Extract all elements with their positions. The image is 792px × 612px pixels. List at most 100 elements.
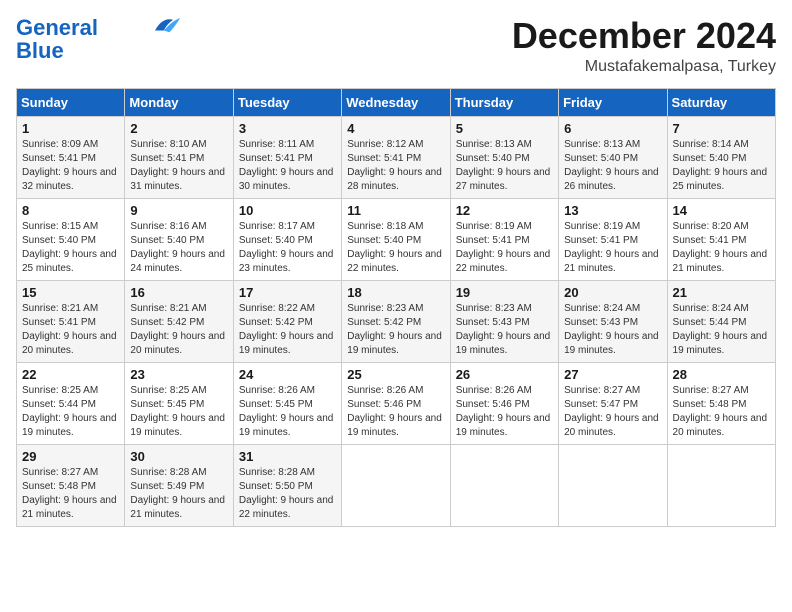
calendar-cell: 27 Sunrise: 8:27 AMSunset: 5:47 PMDayligh… — [559, 362, 667, 444]
location-title: Mustafakemalpasa, Turkey — [512, 58, 776, 76]
calendar-cell: 9Sunrise: 8:16 AMSunset: 5:40 PMDaylight… — [125, 198, 233, 280]
day-number: 1 — [22, 121, 119, 136]
calendar-table: SundayMondayTuesdayWednesdayThursdayFrid… — [16, 88, 776, 527]
day-number: 28 — [673, 367, 770, 382]
day-info: Sunrise: 8:27 AMSunset: 5:48 PMDaylight:… — [22, 466, 119, 522]
calendar-cell: 20 Sunrise: 8:24 AMSunset: 5:43 PMDayligh… — [559, 280, 667, 362]
calendar-cell: 19Sunrise: 8:23 AMSunset: 5:43 PMDayligh… — [450, 280, 558, 362]
calendar-cell — [667, 444, 775, 526]
day-number: 26 — [456, 367, 553, 382]
day-number: 11 — [347, 203, 444, 218]
day-info: Sunrise: 8:13 AMSunset: 5:40 PMDaylight:… — [456, 138, 553, 194]
calendar-cell: 2 Sunrise: 8:10 AMSunset: 5:41 PMDaylight… — [125, 116, 233, 198]
day-number: 2 — [130, 121, 227, 136]
calendar-cell: 12 Sunrise: 8:19 AMSunset: 5:41 PMDayligh… — [450, 198, 558, 280]
day-info: Sunrise: 8:19 AMSunset: 5:41 PMDaylight:… — [456, 220, 553, 276]
day-info: Sunrise: 8:15 AMSunset: 5:40 PMDaylight:… — [22, 220, 119, 276]
day-info: Sunrise: 8:24 AMSunset: 5:43 PMDaylight:… — [564, 302, 661, 358]
day-info: Sunrise: 8:12 AMSunset: 5:41 PMDaylight:… — [347, 138, 444, 194]
calendar-cell: 18 Sunrise: 8:23 AMSunset: 5:42 PMDayligh… — [342, 280, 450, 362]
day-number: 20 — [564, 285, 661, 300]
day-number: 21 — [673, 285, 770, 300]
calendar-cell: 6 Sunrise: 8:13 AMSunset: 5:40 PMDaylight… — [559, 116, 667, 198]
day-info: Sunrise: 8:21 AMSunset: 5:42 PMDaylight:… — [130, 302, 227, 358]
day-info: Sunrise: 8:20 AMSunset: 5:41 PMDaylight:… — [673, 220, 770, 276]
weekday-header-saturday: Saturday — [667, 88, 775, 116]
day-info: Sunrise: 8:28 AMSunset: 5:50 PMDaylight:… — [239, 466, 336, 522]
month-title: December 2024 — [512, 16, 776, 56]
day-info: Sunrise: 8:28 AMSunset: 5:49 PMDaylight:… — [130, 466, 227, 522]
calendar-cell: 5Sunrise: 8:13 AMSunset: 5:40 PMDaylight… — [450, 116, 558, 198]
day-info: Sunrise: 8:18 AMSunset: 5:40 PMDaylight:… — [347, 220, 444, 276]
day-number: 12 — [456, 203, 553, 218]
calendar-cell: 31Sunrise: 8:28 AMSunset: 5:50 PMDayligh… — [233, 444, 341, 526]
weekday-header-thursday: Thursday — [450, 88, 558, 116]
day-number: 27 — [564, 367, 661, 382]
day-info: Sunrise: 8:26 AMSunset: 5:45 PMDaylight:… — [239, 384, 336, 440]
day-number: 22 — [22, 367, 119, 382]
day-number: 16 — [130, 285, 227, 300]
calendar-cell: 13 Sunrise: 8:19 AMSunset: 5:41 PMDayligh… — [559, 198, 667, 280]
day-info: Sunrise: 8:11 AMSunset: 5:41 PMDaylight:… — [239, 138, 336, 194]
calendar-cell: 16 Sunrise: 8:21 AMSunset: 5:42 PMDayligh… — [125, 280, 233, 362]
calendar-cell: 8Sunrise: 8:15 AMSunset: 5:40 PMDaylight… — [17, 198, 125, 280]
day-number: 18 — [347, 285, 444, 300]
logo: General Blue — [16, 16, 182, 62]
calendar-cell: 25 Sunrise: 8:26 AMSunset: 5:46 PMDayligh… — [342, 362, 450, 444]
header: General Blue December 2024 Mustafakemalp… — [16, 16, 776, 76]
weekday-header-monday: Monday — [125, 88, 233, 116]
day-number: 14 — [673, 203, 770, 218]
day-number: 15 — [22, 285, 119, 300]
day-number: 23 — [130, 367, 227, 382]
day-number: 7 — [673, 121, 770, 136]
calendar-cell: 14 Sunrise: 8:20 AMSunset: 5:41 PMDayligh… — [667, 198, 775, 280]
calendar-cell: 10 Sunrise: 8:17 AMSunset: 5:40 PMDayligh… — [233, 198, 341, 280]
day-info: Sunrise: 8:23 AMSunset: 5:42 PMDaylight:… — [347, 302, 444, 358]
day-number: 24 — [239, 367, 336, 382]
day-info: Sunrise: 8:27 AMSunset: 5:47 PMDaylight:… — [564, 384, 661, 440]
logo-text: General — [16, 17, 98, 39]
day-info: Sunrise: 8:25 AMSunset: 5:44 PMDaylight:… — [22, 384, 119, 440]
weekday-header-sunday: Sunday — [17, 88, 125, 116]
weekday-header-friday: Friday — [559, 88, 667, 116]
day-number: 13 — [564, 203, 661, 218]
day-info: Sunrise: 8:26 AMSunset: 5:46 PMDaylight:… — [456, 384, 553, 440]
calendar-cell: 29 Sunrise: 8:27 AMSunset: 5:48 PMDayligh… — [17, 444, 125, 526]
calendar-cell: 1 Sunrise: 8:09 AMSunset: 5:41 PMDaylight… — [17, 116, 125, 198]
day-info: Sunrise: 8:14 AMSunset: 5:40 PMDaylight:… — [673, 138, 770, 194]
day-number: 6 — [564, 121, 661, 136]
calendar-cell: 7 Sunrise: 8:14 AMSunset: 5:40 PMDaylight… — [667, 116, 775, 198]
calendar-cell: 21 Sunrise: 8:24 AMSunset: 5:44 PMDayligh… — [667, 280, 775, 362]
day-number: 10 — [239, 203, 336, 218]
calendar-cell — [342, 444, 450, 526]
calendar-cell — [559, 444, 667, 526]
calendar-cell: 23Sunrise: 8:25 AMSunset: 5:45 PMDayligh… — [125, 362, 233, 444]
day-info: Sunrise: 8:16 AMSunset: 5:40 PMDaylight:… — [130, 220, 227, 276]
day-info: Sunrise: 8:13 AMSunset: 5:40 PMDaylight:… — [564, 138, 661, 194]
day-info: Sunrise: 8:19 AMSunset: 5:41 PMDaylight:… — [564, 220, 661, 276]
calendar-cell: 15Sunrise: 8:21 AMSunset: 5:41 PMDayligh… — [17, 280, 125, 362]
logo-text-blue: Blue — [16, 40, 182, 62]
day-info: Sunrise: 8:23 AMSunset: 5:43 PMDaylight:… — [456, 302, 553, 358]
day-info: Sunrise: 8:22 AMSunset: 5:42 PMDaylight:… — [239, 302, 336, 358]
calendar-cell: 26 Sunrise: 8:26 AMSunset: 5:46 PMDayligh… — [450, 362, 558, 444]
calendar-cell: 30 Sunrise: 8:28 AMSunset: 5:49 PMDayligh… — [125, 444, 233, 526]
day-number: 30 — [130, 449, 227, 464]
day-number: 4 — [347, 121, 444, 136]
calendar-cell: 17 Sunrise: 8:22 AMSunset: 5:42 PMDayligh… — [233, 280, 341, 362]
day-info: Sunrise: 8:10 AMSunset: 5:41 PMDaylight:… — [130, 138, 227, 194]
calendar-cell: 24 Sunrise: 8:26 AMSunset: 5:45 PMDayligh… — [233, 362, 341, 444]
calendar-cell: 11 Sunrise: 8:18 AMSunset: 5:40 PMDayligh… — [342, 198, 450, 280]
day-info: Sunrise: 8:26 AMSunset: 5:46 PMDaylight:… — [347, 384, 444, 440]
day-info: Sunrise: 8:09 AMSunset: 5:41 PMDaylight:… — [22, 138, 119, 194]
calendar-cell: 22 Sunrise: 8:25 AMSunset: 5:44 PMDayligh… — [17, 362, 125, 444]
title-block: December 2024 Mustafakemalpasa, Turkey — [512, 16, 776, 76]
calendar-cell: 28Sunrise: 8:27 AMSunset: 5:48 PMDayligh… — [667, 362, 775, 444]
calendar-cell — [450, 444, 558, 526]
day-info: Sunrise: 8:17 AMSunset: 5:40 PMDaylight:… — [239, 220, 336, 276]
day-info: Sunrise: 8:24 AMSunset: 5:44 PMDaylight:… — [673, 302, 770, 358]
day-number: 17 — [239, 285, 336, 300]
day-number: 25 — [347, 367, 444, 382]
calendar-cell: 3Sunrise: 8:11 AMSunset: 5:41 PMDaylight… — [233, 116, 341, 198]
day-number: 29 — [22, 449, 119, 464]
